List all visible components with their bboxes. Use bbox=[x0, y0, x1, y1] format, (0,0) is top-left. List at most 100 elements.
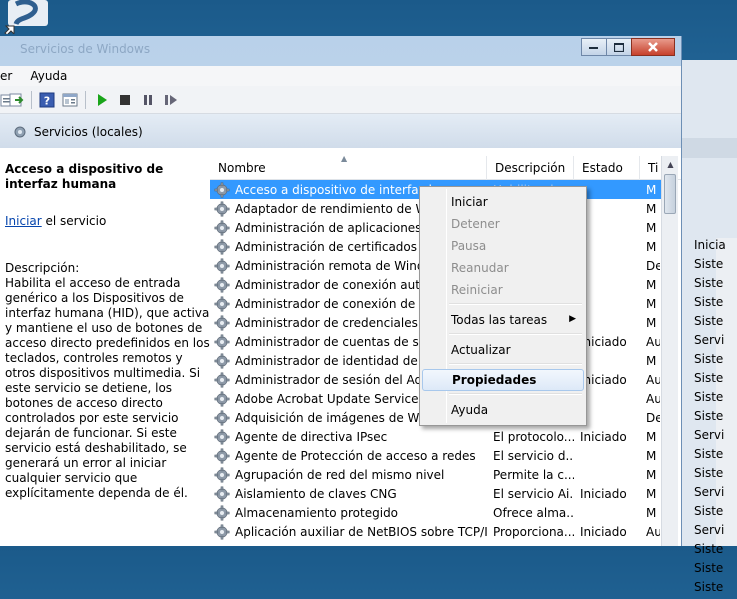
service-status-cell: Iniciado bbox=[580, 524, 627, 539]
context-menu-item-detener[interactable]: Detener bbox=[422, 213, 584, 235]
toolbar-pause-button[interactable] bbox=[140, 92, 156, 108]
menu-item-ver[interactable]: er bbox=[0, 69, 20, 83]
toolbar-stop-button[interactable] bbox=[117, 92, 133, 108]
menu-item-ayuda[interactable]: Ayuda bbox=[20, 69, 75, 83]
service-name-cell: Agrupación de red del mismo nivel bbox=[210, 467, 487, 483]
minimize-icon bbox=[589, 47, 598, 49]
background-cell: Siste bbox=[694, 542, 724, 556]
svg-text:?: ? bbox=[44, 95, 50, 108]
service-name: Adobe Acrobat Update Service bbox=[235, 391, 419, 406]
service-name: Agrupación de red del mismo nivel bbox=[235, 467, 445, 482]
service-description-cell: El servicio d... bbox=[493, 448, 574, 463]
toolbar-view-button[interactable] bbox=[62, 92, 78, 108]
context-menu-label: Todas las tareas bbox=[451, 313, 548, 327]
pause-icon bbox=[144, 95, 152, 105]
background-cell: Siste bbox=[694, 295, 724, 309]
service-description-cell: Permite la c... bbox=[493, 467, 574, 482]
service-name-cell: Almacenamiento protegido bbox=[210, 505, 487, 521]
context-menu-item-actualizar[interactable]: Actualizar bbox=[422, 339, 584, 361]
service-gear-icon bbox=[214, 410, 230, 425]
service-gear-icon bbox=[214, 277, 230, 292]
start-service-line: Iniciar el servicio bbox=[5, 214, 210, 229]
service-name-cell: Aplicación auxiliar de NetBIOS sobre TCP… bbox=[210, 524, 487, 540]
background-cell: Siste bbox=[694, 447, 724, 461]
service-startup-cell: Au bbox=[646, 334, 660, 349]
menu-bar: er Ayuda bbox=[0, 66, 681, 86]
table-row[interactable]: Almacenamiento protegido Ofrece alma... M bbox=[210, 503, 670, 522]
context-menu-item-pausa[interactable]: Pausa bbox=[422, 235, 584, 257]
service-startup-cell: M bbox=[646, 277, 657, 292]
scrollbar-thumb[interactable] bbox=[664, 174, 676, 214]
table-row[interactable]: Aislamiento de claves CNG El servicio Ai.… bbox=[210, 484, 670, 503]
service-startup-cell: M bbox=[646, 448, 657, 463]
context-menu-item-reanudar[interactable]: Reanudar bbox=[422, 257, 584, 279]
table-row[interactable]: Agrupación de red del mismo nivel Permite… bbox=[210, 465, 670, 484]
menu-separator bbox=[449, 333, 582, 335]
service-startup-cell: De bbox=[646, 258, 660, 273]
service-gear-icon bbox=[214, 429, 230, 444]
service-gear-icon bbox=[214, 524, 230, 539]
service-description-cell: Proporciona... bbox=[493, 524, 574, 539]
close-button[interactable] bbox=[631, 38, 675, 56]
service-gear-icon bbox=[214, 239, 230, 254]
background-cell: Siste bbox=[694, 409, 724, 423]
service-startup-cell: M bbox=[646, 315, 657, 330]
extended-description-pane: Acceso a dispositivo de interfaz humana … bbox=[0, 148, 210, 546]
vertical-scrollbar[interactable]: ▲ bbox=[661, 156, 678, 546]
service-gear-icon bbox=[214, 296, 230, 311]
service-gear-icon bbox=[214, 334, 230, 349]
column-header-description[interactable]: Descripción bbox=[487, 156, 574, 180]
service-name: Administración de aplicaciones bbox=[235, 220, 422, 235]
submenu-arrow-icon: ▶ bbox=[569, 314, 576, 324]
service-gear-icon bbox=[214, 372, 230, 387]
play-icon bbox=[98, 94, 107, 106]
context-menu-item-ayuda[interactable]: Ayuda bbox=[422, 399, 584, 421]
desktop-shortcut-icon[interactable] bbox=[2, 0, 50, 36]
background-cell: Siste bbox=[694, 371, 724, 385]
toolbar-help-button[interactable]: ? bbox=[39, 92, 55, 108]
column-header-name[interactable]: ▲ Nombre bbox=[210, 156, 487, 180]
background-column: Inicia Siste Siste Siste Siste Servi Siste Sist… bbox=[690, 238, 737, 599]
service-name: Agente de directiva IPsec bbox=[235, 429, 388, 444]
table-row[interactable]: Agente de directiva IPsec El protocolo...… bbox=[210, 427, 670, 446]
column-header-startup-type[interactable]: Ti bbox=[640, 156, 660, 180]
background-cell: Siste bbox=[694, 561, 724, 575]
menu-separator bbox=[449, 303, 582, 305]
toolbar-start-button[interactable] bbox=[94, 92, 110, 108]
column-header-row: ▲ Nombre Descripción Estado Ti bbox=[210, 156, 681, 180]
background-cell: Servi bbox=[694, 333, 725, 347]
start-service-link[interactable]: Iniciar bbox=[5, 214, 42, 228]
stop-icon bbox=[120, 95, 130, 105]
minimize-button[interactable] bbox=[581, 38, 607, 56]
context-menu-item-todas-las-tareas[interactable]: Todas las tareas ▶ bbox=[422, 309, 584, 331]
service-startup-cell: Au bbox=[646, 372, 660, 387]
scroll-up-icon[interactable]: ▲ bbox=[662, 156, 679, 173]
toolbar-separator bbox=[31, 91, 32, 109]
service-name: Administración remota de Windows bbox=[235, 258, 448, 273]
maximize-button[interactable] bbox=[606, 38, 632, 56]
maximize-icon bbox=[614, 42, 624, 52]
background-cell: Siste bbox=[694, 504, 724, 518]
background-cell: Siste bbox=[694, 466, 724, 480]
context-menu-item-iniciar[interactable]: Iniciar bbox=[422, 191, 584, 213]
service-startup-cell: M bbox=[646, 239, 657, 254]
toolbar-export-button[interactable] bbox=[9, 92, 25, 108]
selected-service-title: Acceso a dispositivo de interfaz humana bbox=[5, 162, 164, 191]
context-menu-label: Ayuda bbox=[451, 403, 489, 417]
service-startup-cell: Au bbox=[646, 524, 660, 539]
service-description-cell: Ofrece alma... bbox=[493, 505, 574, 520]
column-header-status[interactable]: Estado bbox=[574, 156, 640, 180]
service-startup-cell: M bbox=[646, 182, 657, 197]
toolbar-separator bbox=[85, 91, 86, 109]
window-title: Servicios de Windows bbox=[20, 42, 151, 56]
context-menu-label: Pausa bbox=[451, 239, 487, 253]
table-row[interactable]: Agente de Protección de acceso a redes El… bbox=[210, 446, 670, 465]
context-menu-item-propiedades[interactable]: Propiedades bbox=[422, 369, 584, 391]
table-row[interactable]: Aplicación auxiliar de NetBIOS sobre TCP… bbox=[210, 522, 670, 541]
context-menu-item-reiniciar[interactable]: Reiniciar bbox=[422, 279, 584, 301]
toolbar: ? bbox=[0, 86, 681, 114]
toolbar-restart-button[interactable] bbox=[163, 92, 179, 108]
service-startup-cell: M bbox=[646, 467, 657, 482]
service-startup-cell: De bbox=[646, 410, 660, 425]
background-cell: Siste bbox=[694, 257, 724, 271]
